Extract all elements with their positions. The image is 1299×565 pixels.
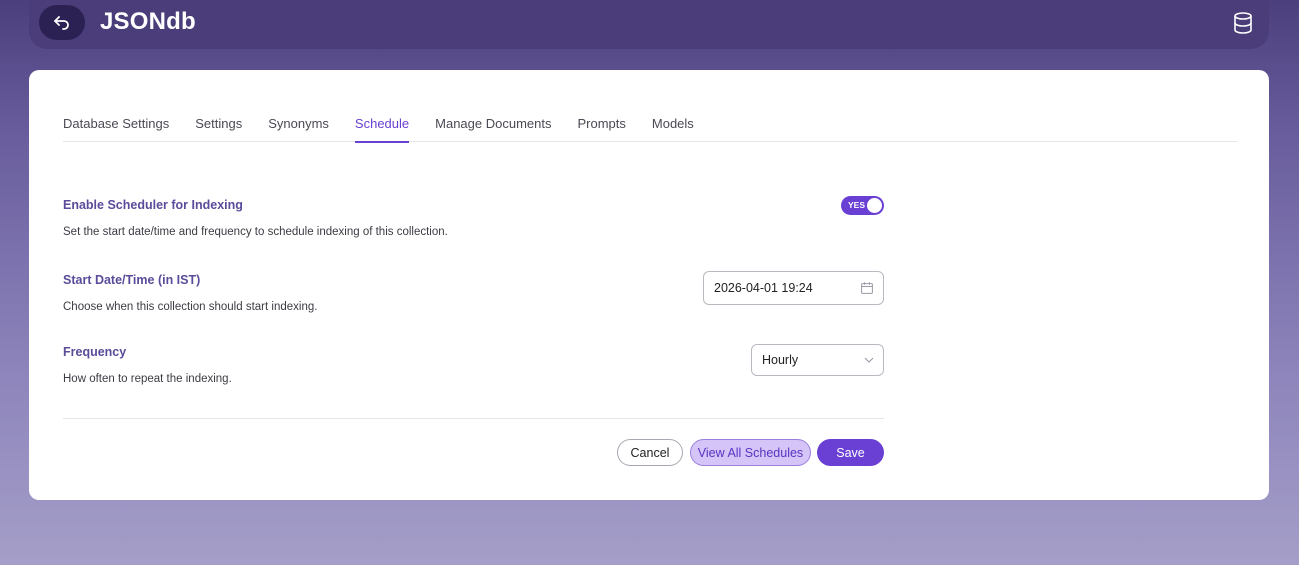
tab-synonyms[interactable]: Synonyms	[268, 113, 329, 142]
start-datetime-description: Choose when this collection should start…	[63, 301, 318, 313]
tab-prompts[interactable]: Prompts	[577, 113, 625, 142]
frequency-select[interactable]: Hourly	[751, 344, 884, 376]
scheduler-title: Enable Scheduler for Indexing	[63, 198, 243, 212]
tab-settings[interactable]: Settings	[195, 113, 242, 142]
scheduler-description: Set the start date/time and frequency to…	[63, 226, 448, 238]
frequency-value: Hourly	[762, 353, 799, 367]
toggle-knob	[867, 198, 882, 213]
database-icon[interactable]	[1231, 11, 1255, 35]
back-arrow-icon	[54, 15, 69, 30]
section-divider	[63, 418, 884, 419]
calendar-icon[interactable]	[861, 282, 873, 294]
app-title: JSONdb	[100, 8, 196, 35]
back-button[interactable]	[39, 5, 85, 40]
tab-manage-documents[interactable]: Manage Documents	[435, 113, 551, 142]
frequency-description: How often to repeat the indexing.	[63, 373, 232, 385]
start-datetime-title: Start Date/Time (in IST)	[63, 273, 201, 287]
top-bar	[29, 0, 1269, 49]
chevron-down-icon	[864, 357, 874, 363]
tab-models[interactable]: Models	[652, 113, 694, 142]
start-datetime-input[interactable]: 2026-04-01 19:24	[703, 271, 884, 305]
tab-database-settings[interactable]: Database Settings	[63, 113, 169, 142]
tab-schedule[interactable]: Schedule	[354, 113, 410, 143]
settings-card: Database Settings Settings Synonyms Sche…	[29, 70, 1269, 500]
scheduler-toggle[interactable]: YES	[841, 196, 884, 215]
cancel-button[interactable]: Cancel	[617, 439, 683, 466]
start-datetime-value: 2026-04-01 19:24	[714, 281, 813, 295]
view-all-schedules-button[interactable]: View All Schedules	[690, 439, 811, 466]
tab-bar: Database Settings Settings Synonyms Sche…	[63, 113, 1237, 143]
frequency-title: Frequency	[63, 345, 127, 359]
save-button[interactable]: Save	[817, 439, 884, 466]
toggle-label: YES	[848, 200, 866, 210]
